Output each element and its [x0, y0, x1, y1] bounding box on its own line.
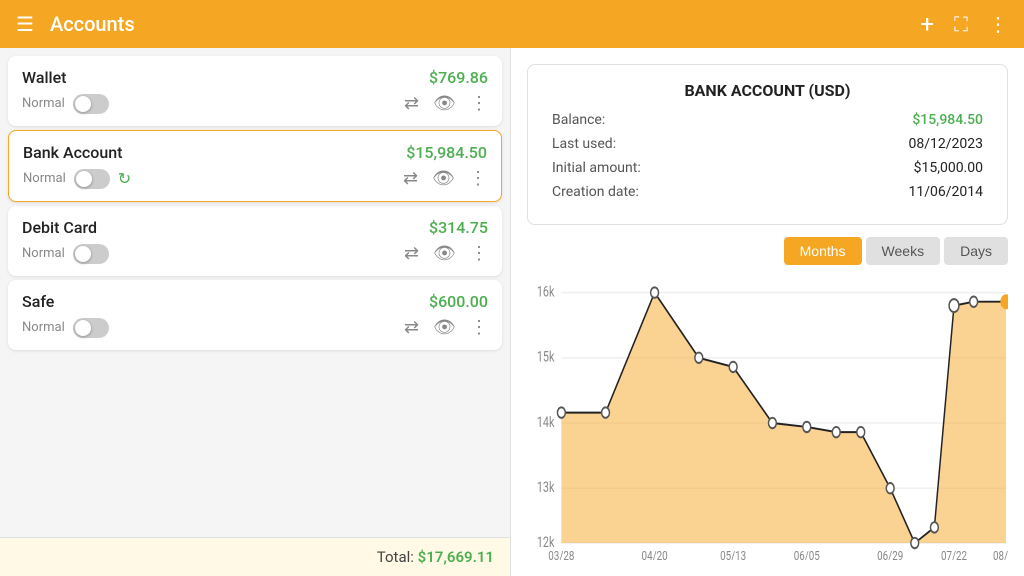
account-name: Debit Card: [22, 218, 97, 237]
svg-text:03/28: 03/28: [548, 548, 574, 560]
more-icon[interactable]: ⋮: [470, 317, 488, 338]
account-balance: $15,984.50: [406, 143, 487, 162]
right-panel: BANK ACCOUNT (USD) Balance: $15,984.50 L…: [510, 48, 1024, 576]
account-toggle[interactable]: [74, 169, 110, 189]
initial-label: Initial amount:: [552, 160, 641, 176]
eye-icon[interactable]: 👁: [433, 317, 456, 338]
total-label: Total:: [377, 548, 414, 566]
eye-icon[interactable]: 👁: [433, 243, 456, 264]
detail-row-lastused: Last used: 08/12/2023: [552, 136, 983, 152]
lastused-value: 08/12/2023: [909, 136, 984, 152]
account-meta: Normal: [22, 94, 109, 114]
account-card-safe[interactable]: Safe $600.00 Normal ⇄ 👁 ⋮: [8, 280, 502, 350]
svg-text:16k: 16k: [537, 284, 555, 301]
chart-section: Months Weeks Days 16k 15k 14k 13k 12k: [527, 237, 1008, 560]
tab-weeks[interactable]: Weeks: [866, 237, 941, 265]
main-content: Wallet $769.86 Normal ⇄ 👁 ⋮: [0, 48, 1024, 576]
detail-title: BANK ACCOUNT (USD): [552, 81, 983, 100]
svg-text:04/20: 04/20: [642, 548, 668, 560]
account-card-bottom: Normal ⇄ 👁 ⋮: [22, 93, 488, 114]
account-card-bottom: Normal ↻ ⇄ 👁 ⋮: [23, 168, 487, 189]
creation-label: Creation date:: [552, 184, 639, 200]
more-icon[interactable]: ⋮: [469, 168, 487, 189]
tab-days[interactable]: Days: [944, 237, 1008, 265]
svg-text:14k: 14k: [537, 415, 555, 432]
account-type-label: Normal: [22, 320, 65, 335]
transfer-icon[interactable]: ⇄: [404, 243, 419, 264]
account-actions: ⇄ 👁 ⋮: [404, 317, 488, 338]
account-card-top: Wallet $769.86: [22, 68, 488, 87]
balance-value: $15,984.50: [912, 112, 983, 128]
svg-text:05/13: 05/13: [720, 548, 746, 560]
account-card-bottom: Normal ⇄ 👁 ⋮: [22, 243, 488, 264]
header-actions: + ⛶ ⋮: [920, 10, 1008, 38]
eye-icon[interactable]: 👁: [432, 168, 455, 189]
account-meta: Normal: [22, 244, 109, 264]
detail-card: BANK ACCOUNT (USD) Balance: $15,984.50 L…: [527, 64, 1008, 225]
svg-text:07/22: 07/22: [941, 548, 968, 560]
menu-icon[interactable]: ☰: [16, 12, 34, 36]
chart-tabs: Months Weeks Days: [527, 237, 1008, 265]
svg-text:15k: 15k: [537, 349, 555, 366]
account-meta: Normal: [22, 318, 109, 338]
transfer-icon[interactable]: ⇄: [404, 317, 419, 338]
account-card-debit[interactable]: Debit Card $314.75 Normal ⇄ 👁 ⋮: [8, 206, 502, 276]
sync-icon[interactable]: ↻: [118, 169, 131, 188]
account-card-wallet[interactable]: Wallet $769.86 Normal ⇄ 👁 ⋮: [8, 56, 502, 126]
total-amount: $17,669.11: [418, 548, 494, 566]
detail-row-balance: Balance: $15,984.50: [552, 112, 983, 128]
more-icon[interactable]: ⋮: [470, 243, 488, 264]
tab-months[interactable]: Months: [784, 237, 862, 265]
account-type-label: Normal: [22, 96, 65, 111]
account-actions: ⇄ 👁 ⋮: [403, 168, 487, 189]
account-toggle[interactable]: [73, 94, 109, 114]
account-balance: $769.86: [429, 68, 488, 87]
svg-text:06/05: 06/05: [794, 548, 821, 560]
app-header: ☰ Accounts + ⛶ ⋮: [0, 0, 1024, 48]
account-toggle[interactable]: [73, 244, 109, 264]
detail-row-creation: Creation date: 11/06/2014: [552, 184, 983, 200]
total-bar: Total: $17,669.11: [0, 537, 510, 576]
lastused-label: Last used:: [552, 136, 616, 152]
account-card-bank[interactable]: Bank Account $15,984.50 Normal ↻ ⇄ 👁 ⋮: [8, 130, 502, 202]
left-panel: Wallet $769.86 Normal ⇄ 👁 ⋮: [0, 48, 510, 576]
account-card-top: Safe $600.00: [22, 292, 488, 311]
account-list: Wallet $769.86 Normal ⇄ 👁 ⋮: [0, 48, 510, 537]
account-balance: $600.00: [429, 292, 488, 311]
detail-row-initial: Initial amount: $15,000.00: [552, 160, 983, 176]
balance-label: Balance:: [552, 112, 605, 128]
account-type-label: Normal: [22, 246, 65, 261]
account-name: Bank Account: [23, 143, 122, 162]
more-icon[interactable]: ⋮: [470, 93, 488, 114]
account-balance: $314.75: [429, 218, 488, 237]
transfer-icon[interactable]: ⇄: [403, 168, 418, 189]
page-title: Accounts: [50, 12, 920, 36]
account-actions: ⇄ 👁 ⋮: [404, 243, 488, 264]
initial-value: $15,000.00: [914, 160, 983, 176]
account-toggle[interactable]: [73, 318, 109, 338]
account-card-top: Bank Account $15,984.50: [23, 143, 487, 162]
creation-value: 11/06/2014: [909, 184, 984, 200]
svg-text:08/14: 08/14: [993, 548, 1008, 560]
account-actions: ⇄ 👁 ⋮: [404, 93, 488, 114]
account-meta: Normal ↻: [23, 169, 131, 189]
account-card-bottom: Normal ⇄ 👁 ⋮: [22, 317, 488, 338]
chart-container: 16k 15k 14k 13k 12k: [527, 273, 1008, 560]
eye-icon[interactable]: 👁: [433, 93, 456, 114]
transfer-icon[interactable]: ⇄: [404, 93, 419, 114]
svg-text:06/29: 06/29: [877, 548, 903, 560]
svg-text:13k: 13k: [537, 480, 555, 497]
account-name: Safe: [22, 292, 54, 311]
account-card-top: Debit Card $314.75: [22, 218, 488, 237]
add-icon[interactable]: +: [920, 10, 934, 38]
expand-icon[interactable]: ⛶: [954, 12, 968, 36]
balance-chart: 16k 15k 14k 13k 12k: [527, 273, 1008, 560]
more-options-icon[interactable]: ⋮: [988, 12, 1008, 36]
account-type-label: Normal: [23, 171, 66, 186]
account-name: Wallet: [22, 68, 67, 87]
